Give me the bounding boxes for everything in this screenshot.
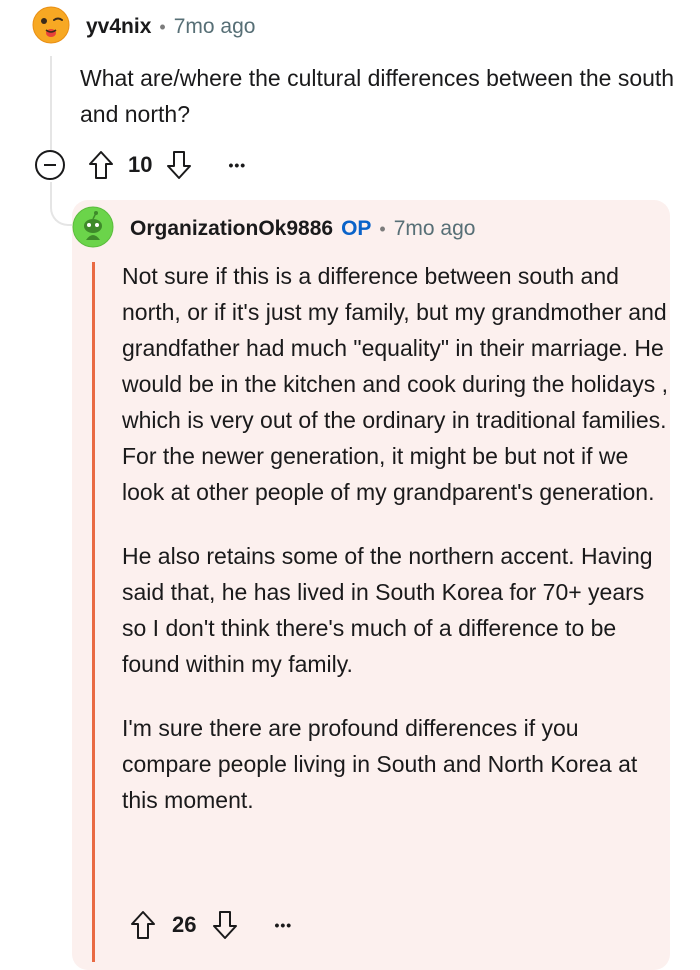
avatar[interactable] [32,6,70,44]
vote-count: 10 [128,152,153,177]
timestamp: 7mo ago [393,217,476,240]
arrow-down-icon [213,911,238,939]
upvote-button[interactable] [88,150,114,180]
comment-body: Not sure if this is a difference between… [122,258,670,846]
reply-accent-bar [92,262,95,962]
comment-actions: 26 ••• [130,908,292,942]
comment-meta: yv4nix • 7mo ago [86,14,255,40]
more-options-button[interactable]: ••• [274,917,292,933]
author-name[interactable]: OrganizationOk9886 [130,217,333,241]
comment-paragraph: He also retains some of the northern acc… [122,543,653,677]
comment-actions: 10 ••• [88,148,246,182]
timestamp: 7mo ago [173,15,256,38]
green-snoo-avatar-icon [72,206,114,248]
thread-connector [50,182,72,226]
meta-separator: • [159,16,166,37]
author-name[interactable]: yv4nix [86,15,151,39]
thread-line [50,56,52,152]
avatar[interactable] [72,206,114,248]
comment-body: What are/where the cultural differences … [80,65,675,127]
op-badge: OP [341,217,372,240]
upvote-button[interactable] [130,910,156,940]
winking-face-avatar-icon [32,6,70,44]
collapse-button[interactable] [35,150,65,180]
comment-paragraph: I'm sure there are profound differences … [122,715,638,813]
downvote-button[interactable] [212,910,238,940]
comment-meta: OrganizationOk9886 OP • 7mo ago [130,216,475,242]
downvote-button[interactable] [166,150,192,180]
more-options-button[interactable]: ••• [228,157,246,173]
vote-count: 26 [172,912,197,937]
comment-paragraph: Not sure if this is a difference between… [122,263,668,505]
meta-separator: • [379,218,386,239]
arrow-up-icon [131,911,155,939]
arrow-up-icon [89,151,113,179]
minus-circle-icon [44,164,56,166]
arrow-down-icon [167,151,192,179]
